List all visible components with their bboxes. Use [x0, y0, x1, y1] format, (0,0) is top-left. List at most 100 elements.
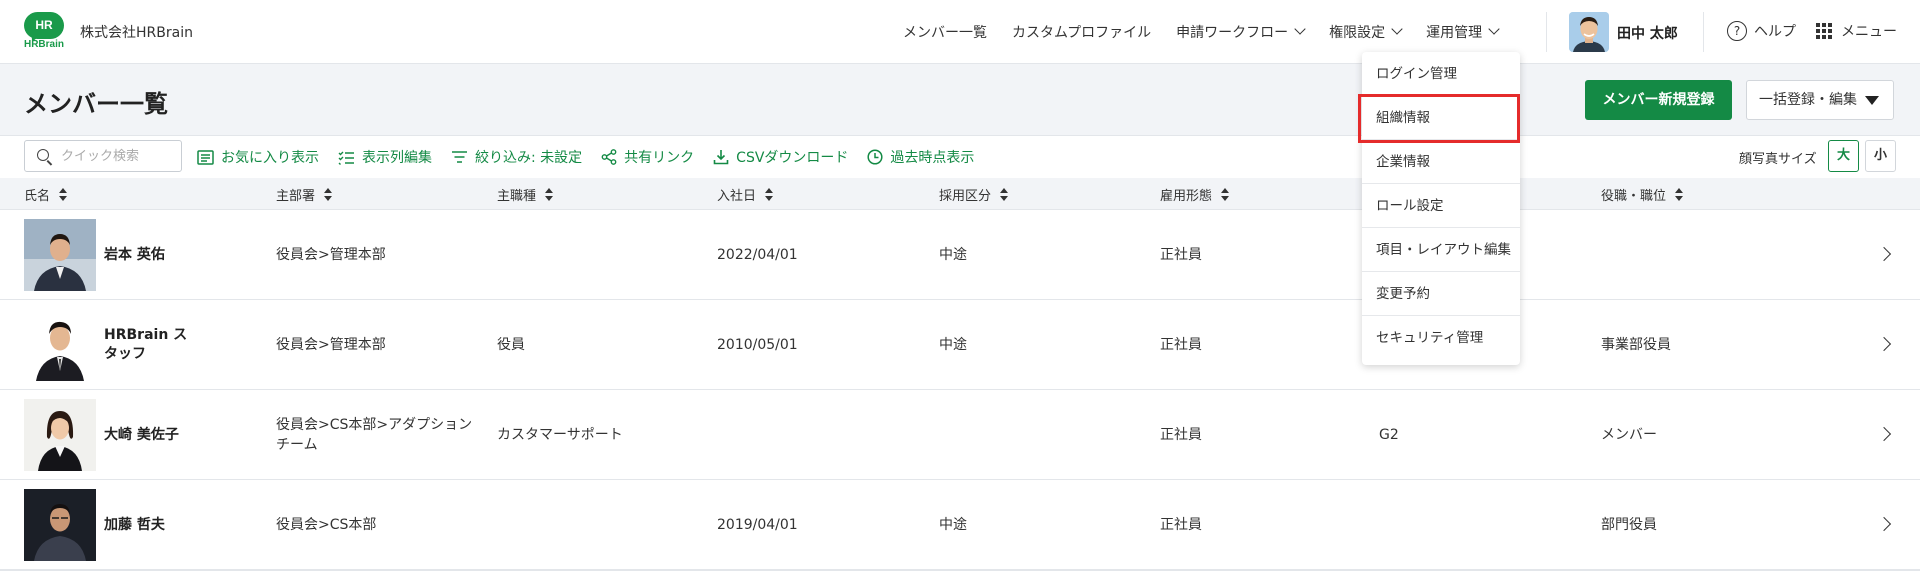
photo-size-label: 顔写真サイズ — [1739, 152, 1817, 167]
chevron-down-icon — [1488, 23, 1500, 35]
menu-item-login-management[interactable]: ログイン管理 — [1362, 52, 1520, 96]
share-link-button[interactable]: 共有リンク — [601, 147, 694, 167]
menu-item-change-schedule[interactable]: 変更予約 — [1362, 272, 1520, 316]
column-header-position[interactable]: 役職・職位 — [1601, 185, 1684, 204]
member-position: 部門役員 — [1601, 517, 1657, 533]
column-header-job[interactable]: 主職種 — [497, 185, 554, 204]
quick-search[interactable] — [24, 140, 182, 172]
table-row[interactable]: 岩本 英佑 役員会>管理本部 2022/04/01 中途 正社員 — [0, 210, 1920, 301]
list-toolbar: お気に入り表示 表示列編集 絞り込み: 未設定 共有リンク CSVダウンロード … — [0, 136, 1920, 179]
page-title-bar: メンバー一覧 メンバー新規登録 一括登録・編集 — [0, 64, 1920, 136]
chevron-down-icon — [1391, 23, 1403, 35]
table-row[interactable]: HRBrain スタッフ 役員会>管理本部 役員 2010/05/01 中途 正… — [0, 300, 1920, 391]
chevron-right-icon[interactable] — [1876, 246, 1892, 262]
column-header-hire-type[interactable]: 採用区分 — [939, 185, 1009, 204]
chevron-right-icon[interactable] — [1876, 426, 1892, 442]
grid-menu-icon — [1816, 23, 1832, 39]
user-name[interactable]: 田中 太郎 — [1617, 23, 1678, 43]
menu-button[interactable]: メニュー — [1816, 21, 1897, 41]
member-department: 役員会>管理本部 — [276, 337, 386, 353]
member-name[interactable]: 加藤 哲夫 — [104, 516, 194, 535]
member-hire-type: 中途 — [939, 247, 967, 263]
help-link[interactable]: ? ヘルプ — [1727, 21, 1796, 41]
csv-download-button[interactable]: CSVダウンロード — [713, 147, 848, 167]
member-position: メンバー — [1601, 427, 1657, 443]
member-grade: G2 — [1379, 427, 1399, 443]
table-row[interactable]: 大崎 美佐子 役員会>CS本部>アダプションチーム カスタマーサポート 正社員 … — [0, 390, 1920, 481]
sort-icon — [324, 187, 333, 202]
table-header: 氏名 主部署 主職種 入社日 採用区分 雇用形態 役職・職位 — [0, 178, 1920, 210]
member-photo — [24, 219, 96, 291]
logo-mark: HR — [24, 12, 64, 39]
hrbrain-logo[interactable]: HR HRBrain — [22, 12, 66, 52]
edit-columns-button[interactable]: 表示列編集 — [338, 147, 432, 167]
checklist-icon — [338, 151, 354, 165]
filter-button[interactable]: 絞り込み: 未設定 — [451, 147, 582, 167]
nav-workflow[interactable]: 申請ワークフロー — [1176, 22, 1306, 42]
photo-size-large-button[interactable]: 大 — [1828, 140, 1859, 172]
menu-item-layout-edit[interactable]: 項目・レイアウト編集 — [1362, 228, 1520, 272]
member-name[interactable]: 岩本 英佑 — [104, 246, 194, 265]
header-divider — [1546, 12, 1547, 52]
menu-item-role-settings[interactable]: ロール設定 — [1362, 184, 1520, 228]
filter-icon — [452, 151, 467, 163]
help-icon: ? — [1727, 21, 1747, 41]
member-job: 役員 — [497, 337, 525, 353]
member-employment: 正社員 — [1160, 427, 1202, 443]
member-hire-type: 中途 — [939, 337, 967, 353]
page-title: メンバー一覧 — [24, 90, 168, 118]
member-join-date: 2019/04/01 — [717, 517, 798, 533]
chevron-right-icon[interactable] — [1876, 516, 1892, 532]
logo-word: HRBrain — [23, 39, 64, 50]
nav-member-list[interactable]: メンバー一覧 — [903, 22, 987, 42]
nav-custom-profile[interactable]: カスタムプロファイル — [1012, 22, 1151, 42]
member-name[interactable]: HRBrain スタッフ — [104, 326, 194, 364]
column-header-name[interactable]: 氏名 — [24, 185, 68, 204]
member-name[interactable]: 大崎 美佐子 — [104, 426, 194, 445]
nav-permissions[interactable]: 権限設定 — [1329, 22, 1403, 42]
new-member-button[interactable]: メンバー新規登録 — [1585, 80, 1732, 120]
column-header-employment[interactable]: 雇用形態 — [1160, 185, 1230, 204]
top-bar: HR HRBrain 株式会社HRBrain メンバー一覧 カスタムプロファイル… — [0, 0, 1920, 64]
member-employment: 正社員 — [1160, 337, 1202, 353]
member-join-date: 2010/05/01 — [717, 337, 798, 353]
member-photo — [24, 489, 96, 561]
caret-down-icon — [1865, 96, 1879, 105]
member-hire-type: 中途 — [939, 517, 967, 533]
download-icon — [713, 150, 729, 165]
menu-item-security-management[interactable]: セキュリティ管理 — [1362, 316, 1520, 360]
chevron-right-icon[interactable] — [1876, 336, 1892, 352]
sort-icon — [545, 187, 554, 202]
past-view-button[interactable]: 過去時点表示 — [867, 147, 974, 167]
share-icon — [601, 149, 617, 165]
user-avatar[interactable] — [1569, 12, 1609, 52]
member-job: カスタマーサポート — [497, 427, 623, 443]
bulk-edit-button[interactable]: 一括登録・編集 — [1746, 80, 1894, 120]
member-department: 役員会>CS本部>アダプションチーム — [276, 417, 473, 453]
sort-icon — [59, 187, 68, 202]
member-department: 役員会>管理本部 — [276, 247, 386, 263]
member-join-date: 2022/04/01 — [717, 247, 798, 263]
clock-icon — [867, 149, 883, 165]
sort-icon — [1000, 187, 1009, 202]
search-input[interactable] — [61, 146, 176, 166]
photo-size-small-button[interactable]: 小 — [1865, 140, 1896, 172]
search-icon — [37, 149, 49, 161]
chevron-down-icon — [1294, 23, 1306, 35]
header-divider — [1703, 12, 1704, 52]
sort-icon — [1221, 187, 1230, 202]
highlight-box — [1358, 94, 1520, 143]
table-row[interactable]: 加藤 哲夫 役員会>CS本部 2019/04/01 中途 正社員 部門役員 — [0, 480, 1920, 571]
list-icon — [197, 149, 214, 165]
company-name: 株式会社HRBrain — [80, 25, 193, 41]
sort-icon — [765, 187, 774, 202]
member-department: 役員会>CS本部 — [276, 517, 377, 533]
user-avatar-image — [1569, 12, 1609, 52]
menu-item-company-info[interactable]: 企業情報 — [1362, 140, 1520, 184]
column-header-join-date[interactable]: 入社日 — [717, 185, 774, 204]
favorites-button[interactable]: お気に入り表示 — [197, 147, 319, 167]
column-header-department[interactable]: 主部署 — [276, 185, 333, 204]
nav-operations[interactable]: 運用管理 — [1426, 22, 1500, 42]
member-photo — [24, 399, 96, 471]
member-photo — [24, 309, 96, 381]
